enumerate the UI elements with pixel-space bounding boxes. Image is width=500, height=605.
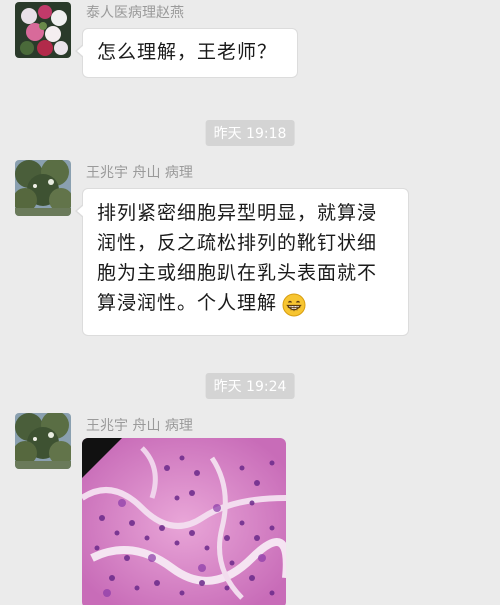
- flower-bouquet-icon: [15, 2, 71, 58]
- message-text: 怎么理解，王老师？: [97, 41, 278, 63]
- message-bubble[interactable]: 排列紧密细胞异型明显，就算浸润性，反之疏松排列的靴钉状细胞为主或细胞趴在乳头表面…: [75, 188, 409, 336]
- sender-name: 王兆宇 舟山 病理: [86, 418, 193, 434]
- avatar-wang[interactable]: [15, 413, 71, 469]
- tree-photo-icon: [15, 160, 71, 216]
- histology-image: [82, 438, 286, 605]
- timestamp: 昨天 19:18: [205, 120, 295, 146]
- chat-window: 泰人医病理赵燕 怎么理解，王老师？ 昨天 19:18 王兆宇 舟山 病理 排列紧…: [0, 0, 500, 605]
- grinning-face-emoji-icon: [282, 293, 306, 316]
- message-text: 排列紧密细胞异型明显，就算浸润性，反之疏松排列的靴钉状细胞为主或细胞趴在乳头表面…: [97, 202, 378, 314]
- sender-name: 王兆宇 舟山 病理: [86, 165, 193, 181]
- avatar-zhao[interactable]: [15, 2, 71, 58]
- image-message[interactable]: [82, 438, 286, 605]
- avatar-wang[interactable]: [15, 160, 71, 216]
- timestamp: 昨天 19:24: [205, 373, 295, 399]
- sender-name: 泰人医病理赵燕: [86, 5, 184, 21]
- tree-photo-icon: [15, 413, 71, 469]
- message-bubble[interactable]: 怎么理解，王老师？: [75, 28, 298, 78]
